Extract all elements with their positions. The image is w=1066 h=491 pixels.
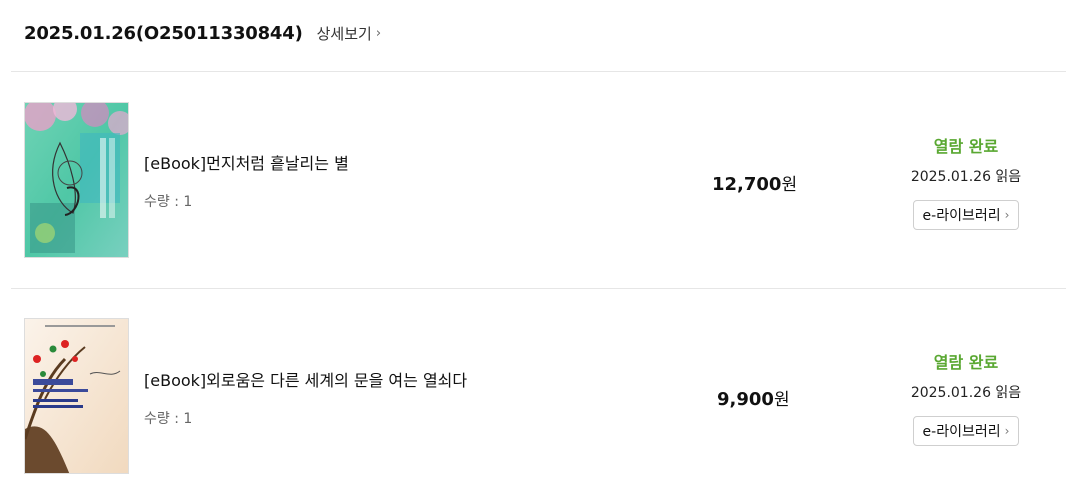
order-item: [eBook]먼지처럼 흩날리는 별 수량 : 1 12,700원 열람 완료 … bbox=[0, 102, 1066, 258]
e-library-button[interactable]: e-라이브러리 › bbox=[913, 416, 1019, 446]
status-badge: 열람 완료 bbox=[933, 137, 999, 156]
chevron-right-icon: › bbox=[1004, 424, 1010, 438]
chevron-right-icon: › bbox=[375, 25, 382, 41]
chevron-right-icon: › bbox=[1004, 208, 1010, 222]
price: 12,700원 bbox=[712, 170, 797, 195]
order-header: 2025.01.26(O25011330844) 상세보기 › bbox=[24, 18, 381, 48]
view-details-link[interactable]: 상세보기 › bbox=[317, 23, 381, 44]
price-unit: 원 bbox=[773, 390, 790, 410]
view-details-label: 상세보기 bbox=[316, 24, 372, 43]
price-value: 9,900 bbox=[717, 389, 774, 410]
order-item: [eBook]외로움은 다른 세계의 문을 여는 열쇠다 수량 : 1 9,90… bbox=[0, 318, 1066, 474]
order-id: 2025.01.26(O25011330844) bbox=[24, 22, 303, 44]
quantity-text: 수량 : 1 bbox=[144, 411, 193, 427]
read-date: 2025.01.26 읽음 bbox=[910, 169, 1022, 185]
book-cover-image[interactable] bbox=[24, 102, 129, 258]
price: 9,900원 bbox=[717, 385, 790, 410]
status-badge: 열람 완료 bbox=[933, 353, 999, 372]
price-value: 12,700 bbox=[712, 174, 782, 195]
e-library-label: e-라이브러리 bbox=[922, 208, 1001, 224]
divider bbox=[11, 71, 1066, 72]
e-library-button[interactable]: e-라이브러리 › bbox=[913, 200, 1019, 230]
book-title[interactable]: [eBook]먼지처럼 흩날리는 별 bbox=[144, 150, 349, 174]
book-cover-image[interactable] bbox=[24, 318, 129, 474]
read-date: 2025.01.26 읽음 bbox=[910, 385, 1022, 401]
e-library-label: e-라이브러리 bbox=[922, 424, 1001, 440]
book-title[interactable]: [eBook]외로움은 다른 세계의 문을 여는 열쇠다 bbox=[144, 367, 467, 391]
divider bbox=[11, 288, 1066, 289]
quantity-text: 수량 : 1 bbox=[144, 194, 193, 210]
price-unit: 원 bbox=[781, 175, 798, 195]
